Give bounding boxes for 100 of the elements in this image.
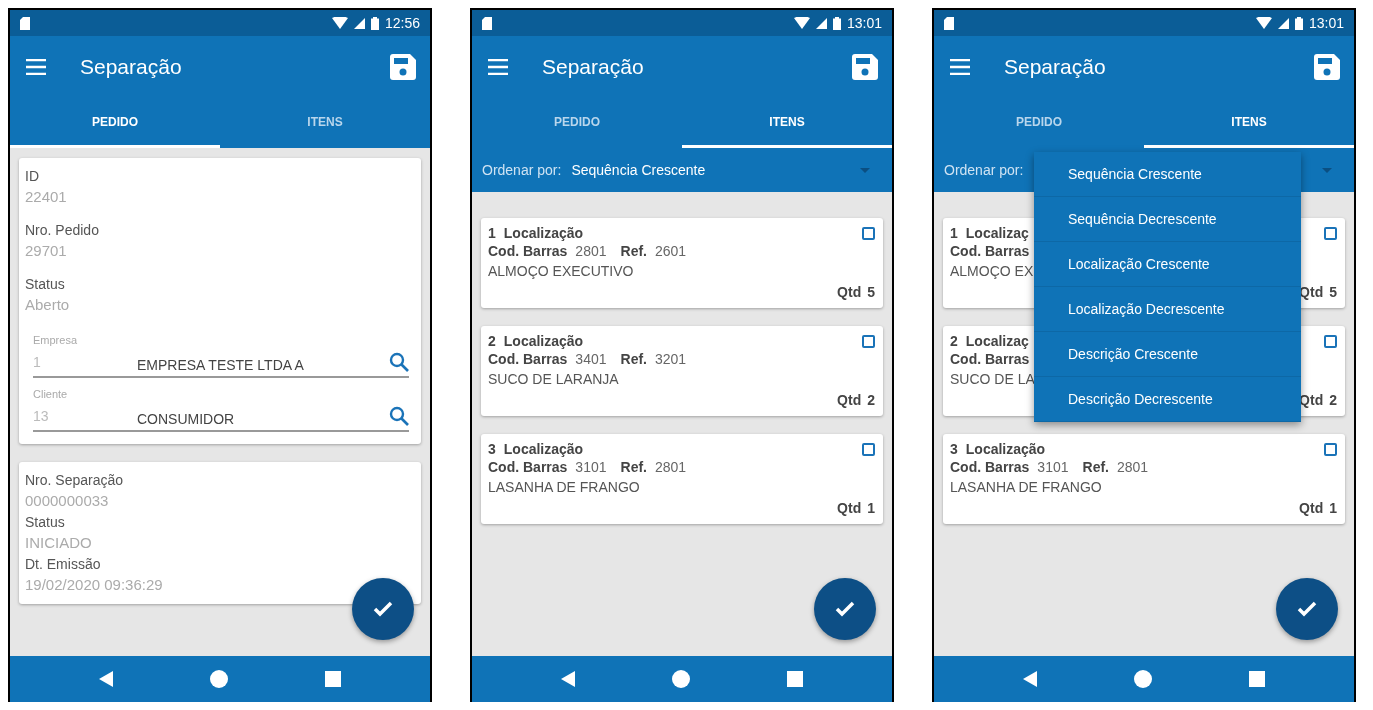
tab[interactable]: PEDIDO — [934, 98, 1144, 148]
ref-label: Ref. — [620, 459, 647, 475]
lookup-field[interactable]: 1 EMPRESA TESTE LTDA A — [33, 348, 409, 378]
item-location: Localizaç — [965, 225, 1029, 241]
sort-option[interactable]: Descrição Decrescente — [1034, 377, 1301, 422]
field-label: ID — [25, 167, 40, 186]
save-icon[interactable] — [852, 54, 878, 80]
item-sequence: 3 — [488, 441, 496, 457]
recents-icon[interactable] — [325, 671, 342, 687]
check-icon — [1297, 601, 1317, 617]
barcode-label: Cod. Barras — [488, 459, 568, 475]
back-icon[interactable] — [98, 671, 113, 687]
ref-value: 2801 — [654, 459, 687, 475]
sort-option[interactable]: Descrição Crescente — [1034, 332, 1301, 377]
screen-title: Separação — [80, 55, 183, 79]
menu-icon[interactable] — [26, 59, 46, 75]
barcode-label: Cod. Barras — [488, 243, 568, 259]
item-description: SUCO DE LARANJA — [488, 370, 619, 389]
item-description: LASANHA DE FRANGO — [488, 478, 640, 497]
sort-option[interactable]: Sequência Decrescente — [1034, 197, 1301, 242]
recents-icon[interactable] — [1249, 671, 1266, 687]
quantity-label: Qtd — [837, 284, 862, 300]
confirm-button[interactable] — [352, 578, 414, 640]
item-checkbox[interactable] — [1324, 442, 1337, 456]
field-label: Cliente — [33, 388, 69, 400]
sd-card-icon — [944, 16, 954, 30]
signal-icon — [1277, 17, 1289, 29]
wifi-icon — [1255, 17, 1272, 29]
quantity-value: 1 — [1329, 500, 1337, 516]
barcode-value: 3101 — [1037, 459, 1069, 475]
screen-title: Separação — [1004, 55, 1107, 79]
lookup-field[interactable]: 13 CONSUMIDOR — [33, 402, 409, 432]
item-location: Localização — [503, 441, 584, 457]
sort-option[interactable]: Localização Decrescente — [1034, 287, 1301, 332]
quantity-label: Qtd — [1299, 284, 1324, 300]
search-icon[interactable] — [389, 406, 409, 426]
field-label: Empresa — [33, 334, 79, 346]
tab[interactable]: PEDIDO — [472, 98, 682, 148]
sort-label: Ordenar por: — [482, 162, 562, 178]
lookup-name: EMPRESA TESTE LTDA A — [137, 356, 305, 373]
item-description: ALMOÇO EX — [950, 262, 1034, 281]
battery-icon — [1294, 16, 1303, 30]
confirm-button[interactable] — [814, 578, 876, 640]
barcode-label: Cod. Barras — [488, 351, 568, 367]
check-icon — [373, 601, 393, 617]
sort-option[interactable]: Localização Crescente — [1034, 242, 1301, 287]
menu-icon[interactable] — [488, 59, 508, 75]
wifi-icon — [331, 17, 348, 29]
confirm-button[interactable] — [1276, 578, 1338, 640]
item-description: ALMOÇO EXECUTIVO — [488, 262, 634, 281]
item-checkbox[interactable] — [1324, 226, 1337, 240]
search-icon[interactable] — [389, 352, 409, 372]
item-sequence: 2 — [950, 333, 958, 349]
tab[interactable]: ITENS — [220, 98, 430, 148]
battery-icon — [832, 16, 841, 30]
sort-value: Sequência Crescente — [571, 162, 707, 178]
recents-icon[interactable] — [787, 671, 804, 687]
item-location: Localizaç — [965, 333, 1029, 349]
barcode-label: Cod. Barras — [950, 351, 1030, 367]
ref-label: Ref. — [620, 351, 647, 367]
item-location: Localização — [503, 333, 584, 349]
item-sequence: 1 — [488, 225, 496, 241]
barcode-value: 3101 — [575, 459, 607, 475]
home-icon[interactable] — [1134, 670, 1152, 688]
check-icon — [835, 601, 855, 617]
quantity-value: 1 — [867, 500, 875, 516]
barcode-label: Cod. Barras — [950, 459, 1030, 475]
item-checkbox[interactable] — [1324, 334, 1337, 348]
item-checkbox[interactable] — [862, 226, 875, 240]
item-location: Localização — [503, 225, 584, 241]
battery-icon — [370, 16, 379, 30]
quantity-value: 5 — [1329, 284, 1337, 300]
home-icon[interactable] — [672, 670, 690, 688]
lookup-code: 1 — [33, 354, 42, 370]
field-value: 0000000033 — [25, 491, 110, 511]
barcode-value: 2801 — [575, 243, 607, 259]
ref-value: 2601 — [654, 243, 687, 259]
status-time: 12:56 — [384, 15, 420, 31]
lookup-name: CONSUMIDOR — [137, 410, 236, 427]
sort-option[interactable]: Sequência Crescente — [1034, 152, 1301, 197]
field-value: INICIADO — [25, 533, 93, 553]
home-icon[interactable] — [210, 670, 228, 688]
save-icon[interactable] — [1314, 54, 1340, 80]
quantity-label: Qtd — [1299, 392, 1324, 408]
back-icon[interactable] — [1022, 671, 1037, 687]
item-checkbox[interactable] — [862, 442, 875, 456]
field-label: Nro. Separação — [25, 471, 125, 490]
menu-icon[interactable] — [950, 59, 970, 75]
quantity-value: 2 — [1329, 392, 1337, 408]
save-icon[interactable] — [390, 54, 416, 80]
barcode-label: Cod. Barras — [950, 243, 1030, 259]
item-description: SUCO DE LA — [950, 370, 1035, 389]
barcode-value: 3401 — [575, 351, 607, 367]
sd-card-icon — [20, 16, 30, 30]
quantity-value: 2 — [867, 392, 875, 408]
tab[interactable]: PEDIDO — [10, 98, 220, 148]
field-label: Dt. Emissão — [25, 555, 102, 574]
item-checkbox[interactable] — [862, 334, 875, 348]
quantity-label: Qtd — [837, 500, 862, 516]
back-icon[interactable] — [560, 671, 575, 687]
